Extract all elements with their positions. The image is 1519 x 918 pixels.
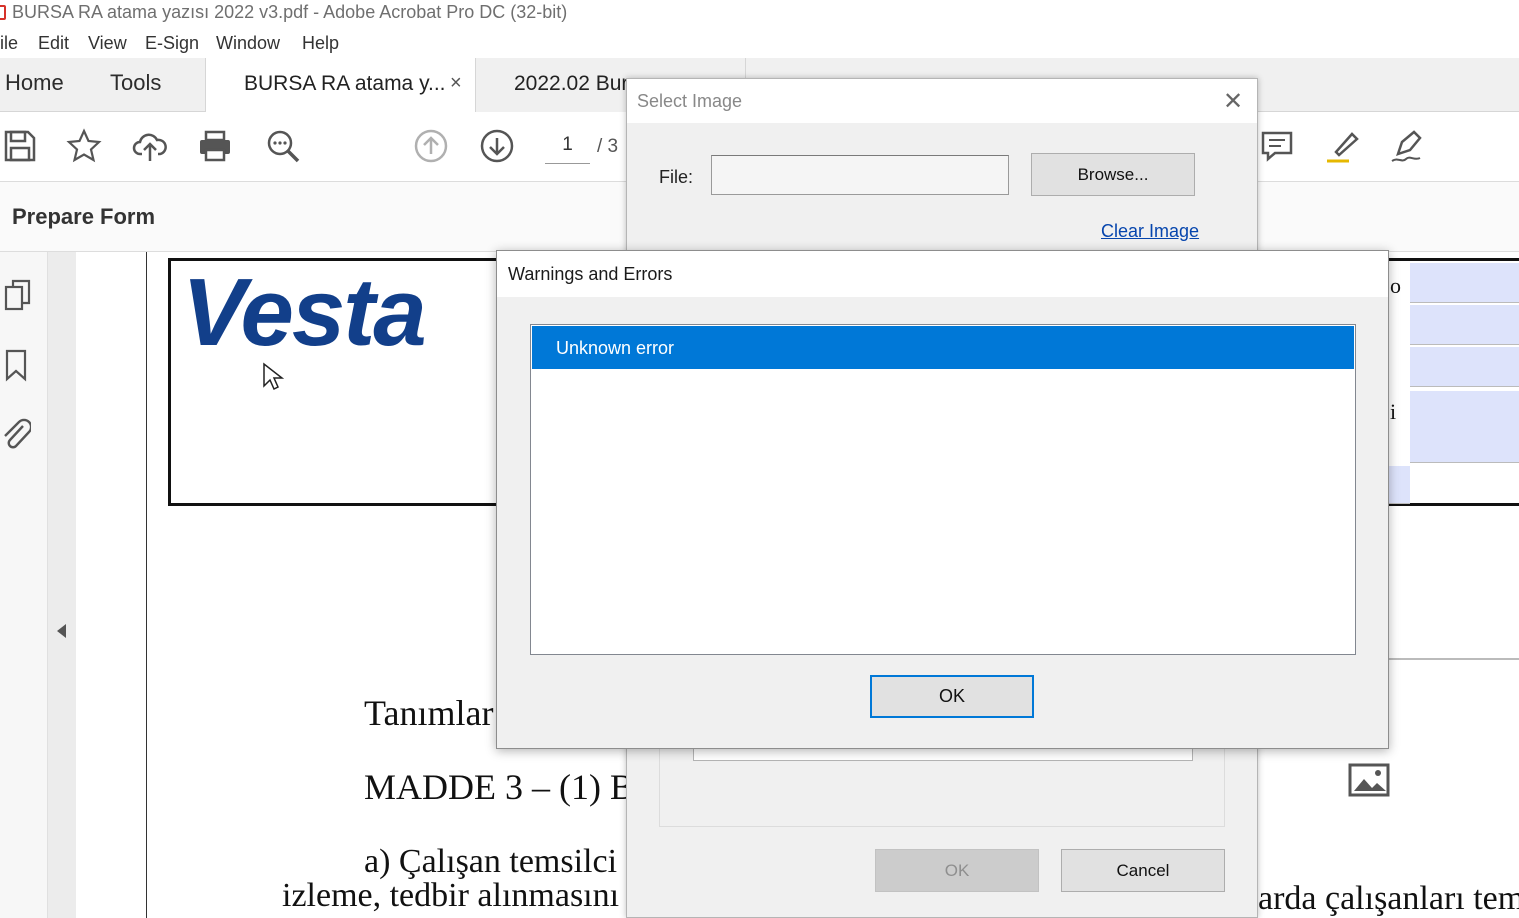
doc-heading-tanimlar: Tanımlar	[364, 693, 494, 733]
menu-window[interactable]: Window	[216, 33, 280, 54]
page-total: / 3	[597, 136, 619, 157]
bookmark-icon[interactable]	[3, 348, 29, 382]
title-bar: BURSA RA atama yazısı 2022 v3.pdf - Adob…	[0, 0, 1519, 28]
select-image-title: Select Image	[637, 91, 743, 111]
table-text: i	[1390, 399, 1397, 424]
comment-icon[interactable]	[1259, 128, 1295, 164]
close-icon[interactable]: ×	[450, 72, 462, 95]
form-field[interactable]	[1388, 466, 1410, 504]
file-path-input[interactable]	[711, 155, 1009, 195]
doc-line-madde: MADDE 3 – (1) B	[364, 767, 634, 807]
left-nav-pane	[0, 252, 48, 918]
warnings-errors-dialog: Warnings and Errors Unknown error OK	[496, 250, 1389, 749]
doc-line-right: arda çalışanları tem	[1258, 880, 1519, 917]
sign-icon[interactable]	[1390, 128, 1426, 164]
select-image-ok-button[interactable]: OK	[875, 849, 1039, 892]
warnings-header: Warnings and Errors	[497, 251, 1388, 297]
nav-gutter	[48, 252, 76, 918]
collapse-arrow-icon[interactable]	[57, 624, 66, 638]
tab-document-active[interactable]: BURSA RA atama y... ×	[205, 58, 476, 112]
select-image-header: Select Image ✕	[627, 79, 1257, 123]
menu-esign[interactable]: E-Sign	[145, 33, 199, 54]
form-field[interactable]	[1410, 263, 1519, 303]
page-up-icon[interactable]	[413, 128, 449, 164]
vestas-logo: Vesta	[182, 259, 427, 366]
print-icon[interactable]	[197, 128, 233, 164]
save-icon[interactable]	[2, 128, 38, 164]
doc-line-izleme: izleme, tedbir alınmasını	[282, 877, 620, 914]
form-field[interactable]	[1410, 347, 1519, 387]
pages-icon[interactable]	[3, 278, 33, 312]
tab-document-label: BURSA RA atama y...	[244, 72, 446, 95]
menu-bar: ile Edit View E-Sign Window Help	[0, 28, 1519, 58]
attachment-icon[interactable]	[1, 416, 31, 452]
error-message: Unknown error	[556, 338, 675, 358]
error-list[interactable]: Unknown error	[530, 324, 1356, 655]
page-down-icon[interactable]	[479, 128, 515, 164]
doc-line-a: a) Çalışan temsilci	[364, 843, 618, 880]
acrobat-app-icon	[0, 5, 6, 20]
clear-image-link[interactable]: Clear Image	[1101, 221, 1199, 242]
acrobat-window: BURSA RA atama yazısı 2022 v3.pdf - Adob…	[0, 0, 1519, 918]
select-image-cancel-button[interactable]: Cancel	[1061, 849, 1225, 892]
prepare-form-title: Prepare Form	[12, 204, 156, 229]
window-title: BURSA RA atama yazısı 2022 v3.pdf - Adob…	[12, 2, 568, 22]
form-field[interactable]	[1410, 305, 1519, 345]
warnings-title: Warnings and Errors	[508, 264, 673, 284]
image-field-icon[interactable]	[1348, 763, 1390, 797]
star-icon[interactable]	[66, 128, 102, 164]
tab-home[interactable]: Home	[5, 70, 64, 96]
menu-file[interactable]: ile	[0, 33, 18, 54]
highlight-icon[interactable]	[1324, 128, 1360, 164]
table-text: o	[1390, 273, 1401, 298]
list-item[interactable]: Unknown error	[532, 326, 1354, 369]
page-edge	[146, 252, 147, 918]
form-table: o i	[1388, 258, 1519, 506]
cloud-upload-icon[interactable]	[132, 128, 168, 164]
browse-button[interactable]: Browse...	[1031, 153, 1195, 196]
form-field[interactable]	[1410, 391, 1519, 463]
menu-help[interactable]: Help	[302, 33, 339, 54]
menu-view[interactable]: View	[88, 33, 127, 54]
divider	[1388, 658, 1519, 660]
warnings-ok-button[interactable]: OK	[870, 675, 1034, 718]
tab-document-2-label: 2022.02 Burs	[514, 72, 639, 95]
page-number-input[interactable]: 1	[545, 134, 590, 164]
menu-edit[interactable]: Edit	[38, 33, 69, 54]
zoom-icon[interactable]	[265, 128, 301, 164]
mouse-cursor-icon	[263, 362, 284, 391]
close-icon[interactable]: ✕	[1223, 87, 1243, 116]
tab-tools[interactable]: Tools	[110, 70, 161, 96]
file-label: File:	[659, 167, 694, 187]
